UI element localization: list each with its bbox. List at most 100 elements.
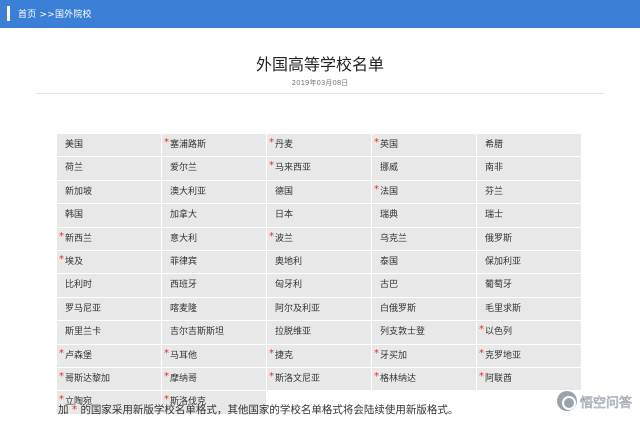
country-cell[interactable]: * 波兰 [267,227,371,250]
country-name: 英国 [380,140,399,150]
country-cell[interactable]: * 摩纳哥 [162,367,266,391]
country-cell[interactable]: 瑞士 [477,204,581,227]
new-format-marker: * [479,347,484,359]
country-name: 丹麦 [275,140,294,150]
country-cell[interactable]: * 阿联酋 [477,367,581,391]
country-cell[interactable]: 菲律宾 [162,250,266,274]
country-name: 南非 [485,163,504,174]
country-name: 瑞士 [485,210,504,221]
country-cell[interactable]: 喀麦隆 [162,297,266,321]
country-name: 塞浦路斯 [170,140,207,150]
country-name: 意大利 [170,233,198,244]
country-name: 泰国 [380,256,399,267]
breadcrumb-current-link[interactable]: 国外院校 [55,10,92,20]
country-cell[interactable]: 乌克兰 [372,227,476,250]
breadcrumb-bar: 首页 >>国外院校 [0,0,640,28]
country-name: 斯里兰卡 [65,327,102,338]
new-format-marker: * [269,137,274,148]
country-cell[interactable]: 吉尔吉斯斯坦 [162,321,266,344]
footnote-star: * [71,404,78,416]
country-name: 毛里求斯 [485,303,522,314]
country-cell[interactable]: 加拿大 [162,204,266,227]
country-cell[interactable]: 泰国 [372,250,476,274]
country-cell[interactable]: * 以色列 [477,321,581,344]
country-cell[interactable]: 韩国 [57,204,161,227]
country-cell[interactable]: 保加利亚 [477,250,581,274]
new-format-marker: * [59,347,64,359]
country-cell[interactable]: 匈牙利 [267,274,371,297]
country-name: 阿尔及利亚 [275,303,321,314]
country-cell[interactable]: 美国 [57,134,161,157]
country-cell[interactable]: 阿尔及利亚 [267,297,371,321]
footnote-prefix: 加 [58,404,69,416]
new-format-marker: * [374,137,379,148]
new-format-marker: * [374,370,379,382]
country-cell[interactable]: * 马来西亚 [267,157,371,180]
country-cell[interactable]: 拉脱维亚 [267,321,371,344]
new-format-marker: * [479,324,484,336]
country-cell[interactable]: * 捷克 [267,344,371,367]
country-name: 新西兰 [65,233,93,244]
country-name: 俄罗斯 [485,233,513,244]
country-cell[interactable]: 罗马尼亚 [57,297,161,321]
country-name: 美国 [65,140,84,150]
country-cell[interactable]: * 马耳他 [162,344,266,367]
country-cell[interactable]: 挪威 [372,157,476,180]
country-cell[interactable]: * 塞浦路斯 [162,134,266,157]
country-cell[interactable]: 比利时 [57,274,161,297]
country-cell[interactable]: 南非 [477,157,581,180]
country-name: 捷克 [275,350,294,361]
country-cell[interactable]: 斯里兰卡 [57,321,161,344]
new-format-marker: * [59,370,64,382]
country-cell[interactable]: 白俄罗斯 [372,297,476,321]
country-name: 葡萄牙 [485,280,513,291]
country-cell[interactable]: 列支敦士登 [372,321,476,344]
country-name: 西班牙 [170,280,198,291]
wukong-logo-icon [556,391,577,411]
country-cell[interactable]: 希腊 [477,134,581,157]
country-cell[interactable]: * 牙买加 [372,344,476,367]
country-cell[interactable]: 俄罗斯 [477,227,581,250]
country-name: 喀麦隆 [170,303,198,314]
country-cell[interactable]: 西班牙 [162,274,266,297]
country-cell[interactable]: 爱尔兰 [162,157,266,180]
country-cell[interactable]: 奥地利 [267,250,371,274]
country-cell[interactable]: * 新西兰 [57,227,161,250]
country-name: 牙买加 [380,350,408,361]
country-cell[interactable]: * 英国 [372,134,476,157]
country-cell[interactable]: 瑞典 [372,204,476,227]
country-cell[interactable]: 古巴 [372,274,476,297]
country-cell[interactable]: 德国 [267,180,371,204]
country-cell[interactable]: * 埃及 [57,250,161,274]
country-cell[interactable]: 日本 [267,204,371,227]
new-format-marker: * [374,347,379,359]
country-name: 克罗地亚 [485,350,522,361]
country-cell[interactable]: 新加坡 [57,180,161,204]
country-cell[interactable]: 荷兰 [57,157,161,180]
country-cell[interactable]: 意大利 [162,227,266,250]
country-cell[interactable]: 葡萄牙 [477,274,581,297]
country-name: 以色列 [485,327,513,338]
country-name: 波兰 [275,233,294,244]
country-cell[interactable]: * 斯洛文尼亚 [267,367,371,391]
country-name: 爱尔兰 [170,163,198,174]
country-cell[interactable]: * 哥斯达黎加 [57,367,161,391]
country-name: 加拿大 [170,210,198,221]
country-cell[interactable]: * 克罗地亚 [477,344,581,367]
country-cell[interactable]: * 格林纳达 [372,367,476,391]
country-cell[interactable]: * 卢森堡 [57,344,161,367]
country-name: 希腊 [485,140,504,150]
country-cell[interactable]: 芬兰 [477,180,581,204]
country-cell[interactable]: 澳大利亚 [162,180,266,204]
title-divider [36,93,604,94]
country-cell[interactable]: * 丹麦 [267,134,371,157]
country-cell[interactable]: 毛里求斯 [477,297,581,321]
country-name: 阿联酋 [485,373,513,384]
country-cell[interactable]: * 法国 [372,180,476,204]
new-format-marker: * [164,347,169,359]
new-format-marker: * [164,137,169,148]
country-name: 罗马尼亚 [65,303,102,314]
country-name: 白俄罗斯 [380,303,417,314]
breadcrumb-home-link[interactable]: 首页 [18,10,36,20]
country-name: 卢森堡 [65,350,93,361]
